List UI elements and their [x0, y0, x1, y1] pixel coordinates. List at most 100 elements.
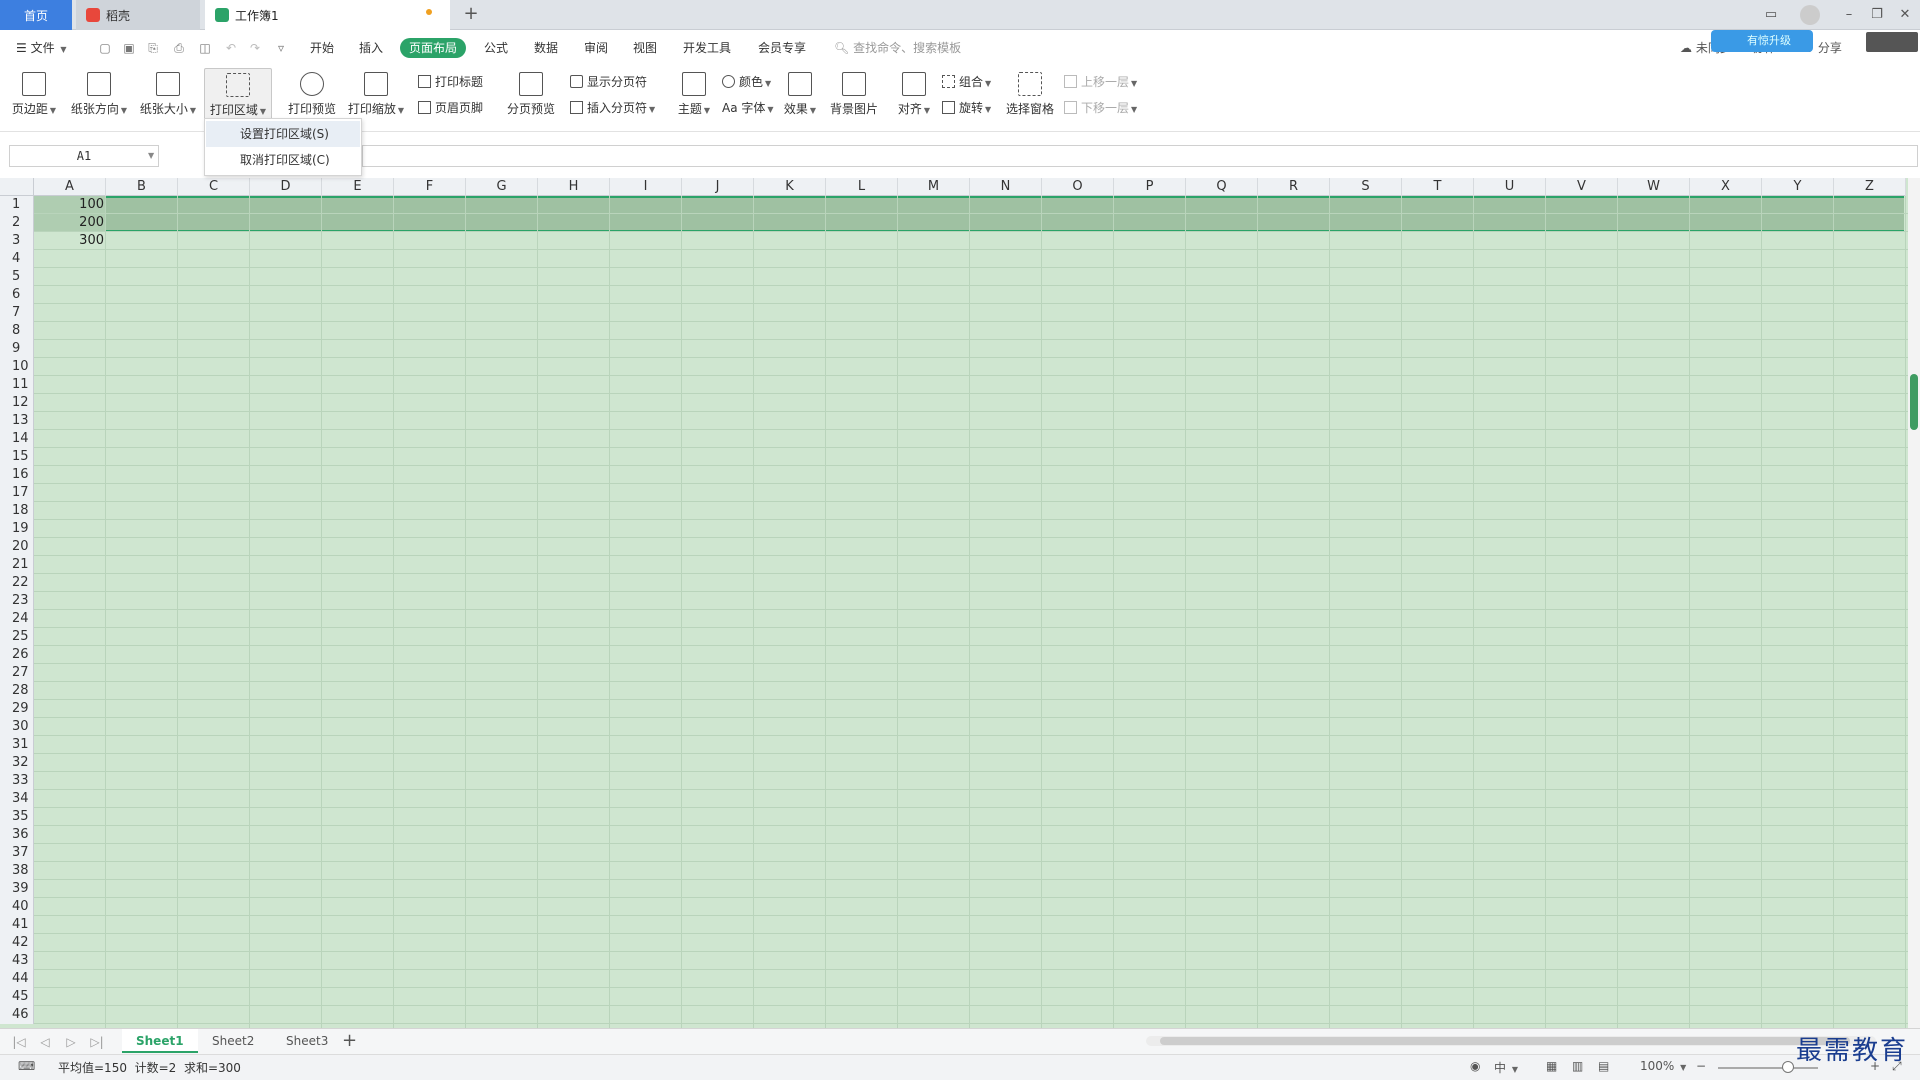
minimize-icon[interactable]: –	[1838, 4, 1860, 26]
undo-icon[interactable]: ↶	[222, 39, 240, 57]
menu-view[interactable]: 视图	[633, 38, 657, 58]
zoom-level[interactable]: 100% ▼	[1640, 1059, 1686, 1073]
menu-formulas[interactable]: 公式	[484, 38, 508, 58]
sheet-tab-2[interactable]: Sheet2	[198, 1029, 268, 1053]
row-header-35[interactable]: 35	[0, 808, 34, 826]
row-header-29[interactable]: 29	[0, 700, 34, 718]
column-header-B[interactable]: B	[106, 178, 178, 196]
new-tab-button[interactable]: +	[460, 4, 482, 26]
zoom-out-icon[interactable]: −	[1696, 1059, 1706, 1073]
page-break-view-icon[interactable]: ▤	[1598, 1059, 1609, 1073]
row-header-23[interactable]: 23	[0, 592, 34, 610]
column-header-I[interactable]: I	[610, 178, 682, 196]
row-header-4[interactable]: 4	[0, 250, 34, 268]
column-header-Z[interactable]: Z	[1834, 178, 1906, 196]
row-header-21[interactable]: 21	[0, 556, 34, 574]
preview-icon[interactable]: ◫	[196, 39, 214, 57]
row-header-33[interactable]: 33	[0, 772, 34, 790]
menu-insert[interactable]: 插入	[359, 38, 383, 58]
row-header-27[interactable]: 27	[0, 664, 34, 682]
column-header-D[interactable]: D	[250, 178, 322, 196]
vertical-scroll-thumb[interactable]	[1910, 374, 1918, 430]
row-header-11[interactable]: 11	[0, 376, 34, 394]
send-backward-button[interactable]: 下移一层 ▼	[1064, 98, 1137, 118]
column-header-P[interactable]: P	[1114, 178, 1186, 196]
row-header-19[interactable]: 19	[0, 520, 34, 538]
row-header-43[interactable]: 43	[0, 952, 34, 970]
formula-input[interactable]	[362, 145, 1918, 167]
menu-review[interactable]: 审阅	[584, 38, 608, 58]
column-header-C[interactable]: C	[178, 178, 250, 196]
cell-A2[interactable]: 200	[34, 214, 104, 232]
horizontal-scroll-thumb[interactable]	[1160, 1037, 1850, 1045]
insert-page-break-button[interactable]: 插入分页符 ▼	[570, 98, 655, 118]
row-header-7[interactable]: 7	[0, 304, 34, 322]
row-header-2[interactable]: 2	[0, 214, 34, 232]
chevron-down-icon[interactable]: ▼	[148, 145, 154, 167]
column-header-Y[interactable]: Y	[1762, 178, 1834, 196]
sheet-tab-3[interactable]: Sheet3	[272, 1029, 342, 1053]
row-header-20[interactable]: 20	[0, 538, 34, 556]
row-header-31[interactable]: 31	[0, 736, 34, 754]
avatar[interactable]	[1800, 5, 1820, 25]
row-header-28[interactable]: 28	[0, 682, 34, 700]
menu-developer[interactable]: 开发工具	[683, 38, 731, 58]
orientation-button[interactable]: 纸张方向 ▼	[68, 68, 130, 128]
show-page-breaks-checkbox[interactable]: 显示分页符	[570, 72, 647, 92]
redo-icon[interactable]: ↷	[246, 39, 264, 57]
rotate-button[interactable]: 旋转 ▼	[942, 98, 991, 118]
theme-button[interactable]: 主题 ▼	[676, 68, 712, 128]
vertical-scrollbar[interactable]	[1908, 178, 1920, 1028]
row-header-40[interactable]: 40	[0, 898, 34, 916]
row-header-14[interactable]: 14	[0, 430, 34, 448]
row-header-30[interactable]: 30	[0, 718, 34, 736]
effects-button[interactable]: 效果 ▼	[782, 68, 818, 128]
first-sheet-icon[interactable]: |◁	[10, 1033, 28, 1051]
group-button[interactable]: 组合 ▼	[942, 72, 991, 92]
row-header-3[interactable]: 3	[0, 232, 34, 250]
row-header-46[interactable]: 46	[0, 1006, 34, 1024]
cell-A1[interactable]: 100	[34, 196, 104, 214]
row-header-41[interactable]: 41	[0, 916, 34, 934]
command-search[interactable]: 🔍︎ 查找命令、搜索模板	[834, 39, 961, 57]
row-header-34[interactable]: 34	[0, 790, 34, 808]
column-header-L[interactable]: L	[826, 178, 898, 196]
row-header-37[interactable]: 37	[0, 844, 34, 862]
column-header-O[interactable]: O	[1042, 178, 1114, 196]
row-header-1[interactable]: 1	[0, 196, 34, 214]
new-icon[interactable]: ▢	[96, 39, 114, 57]
colors-button[interactable]: 颜色 ▼	[722, 72, 771, 92]
print-icon[interactable]: ⎙	[170, 39, 188, 57]
row-header-17[interactable]: 17	[0, 484, 34, 502]
column-header-H[interactable]: H	[538, 178, 610, 196]
fonts-button[interactable]: Aa 字体 ▼	[722, 98, 774, 118]
menu-start[interactable]: 开始	[310, 38, 334, 58]
column-header-T[interactable]: T	[1402, 178, 1474, 196]
row-header-10[interactable]: 10	[0, 358, 34, 376]
column-header-E[interactable]: E	[322, 178, 394, 196]
column-header-U[interactable]: U	[1474, 178, 1546, 196]
spreadsheet-grid[interactable]: 100 200 300 ABCDEFGHIJKLMNOPQRSTUVWXYZ 123…	[0, 178, 1908, 1028]
row-header-42[interactable]: 42	[0, 934, 34, 952]
paper-size-button[interactable]: 纸张大小 ▼	[137, 68, 199, 128]
row-header-16[interactable]: 16	[0, 466, 34, 484]
row-header-6[interactable]: 6	[0, 286, 34, 304]
column-header-Q[interactable]: Q	[1186, 178, 1258, 196]
save-icon[interactable]: ▣	[120, 39, 138, 57]
row-header-5[interactable]: 5	[0, 268, 34, 286]
print-titles-button[interactable]: 打印标题	[418, 72, 483, 92]
header-footer-button[interactable]: 页眉页脚	[418, 98, 483, 118]
row-header-45[interactable]: 45	[0, 988, 34, 1006]
selection-pane-button[interactable]: 选择窗格	[1004, 68, 1056, 128]
close-icon[interactable]: ✕	[1894, 4, 1916, 26]
eye-protection-icon[interactable]: ◉	[1470, 1059, 1480, 1073]
column-header-K[interactable]: K	[754, 178, 826, 196]
column-header-S[interactable]: S	[1330, 178, 1402, 196]
window-layout-icon[interactable]: ▭	[1760, 4, 1782, 26]
menu-member[interactable]: 会员专享	[758, 38, 806, 58]
column-header-R[interactable]: R	[1258, 178, 1330, 196]
margins-button[interactable]: 页边距 ▼	[10, 68, 58, 128]
input-mode[interactable]: 中 ▼	[1494, 1059, 1518, 1076]
horizontal-scrollbar[interactable]	[1146, 1036, 1876, 1046]
zoom-slider-handle[interactable]	[1782, 1061, 1794, 1073]
